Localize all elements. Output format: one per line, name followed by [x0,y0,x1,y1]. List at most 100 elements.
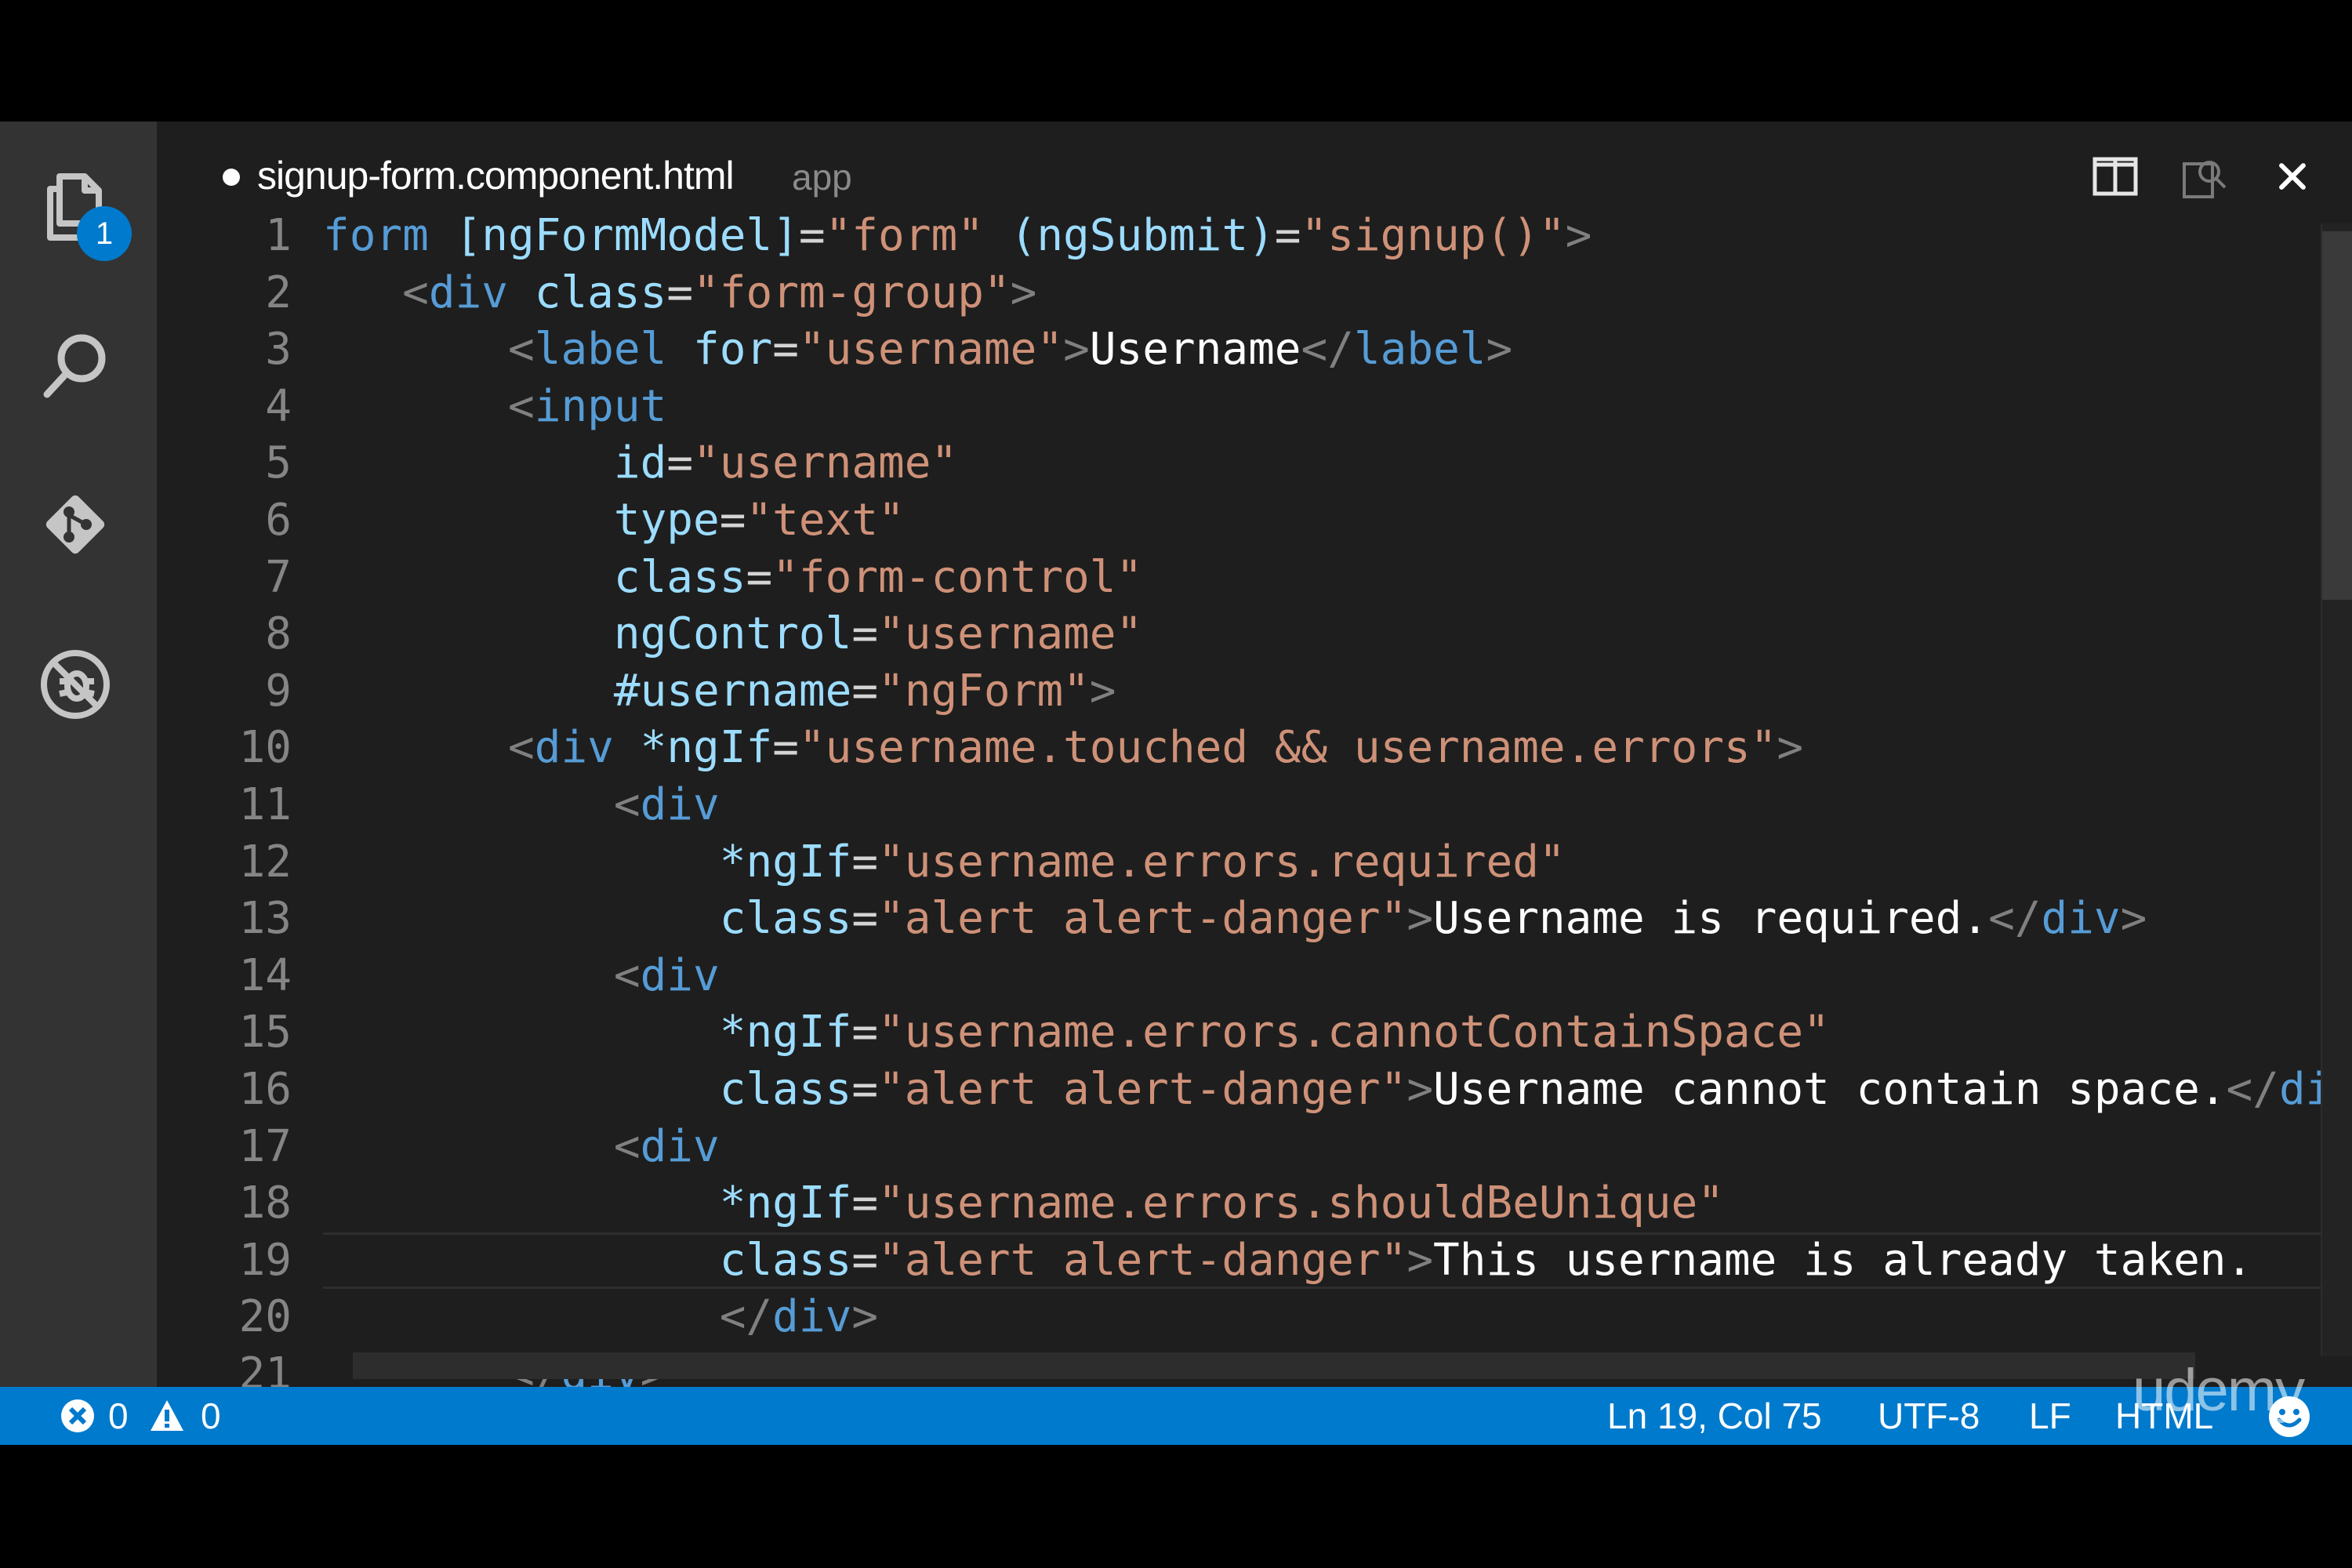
code-token: < [402,267,429,318]
error-icon[interactable] [60,1398,96,1434]
code-line[interactable]: 8 ngControl="username" [157,606,2352,662]
code-line[interactable]: 12 *ngIf="username.errors.required" [157,834,2352,891]
code-token: "username.errors.cannotContainSpace" [878,1007,1830,1058]
close-icon[interactable] [2261,145,2324,208]
git-icon[interactable] [31,481,119,568]
vertical-scrollbar-thumb[interactable] [2322,231,2352,600]
code-line[interactable]: 16 class="alert alert-danger">Username c… [157,1062,2352,1118]
line-ending[interactable]: LF [2029,1387,2071,1445]
code-token: "username" [693,437,958,489]
code-token: class [719,1064,852,1115]
line-source: ngControl="username" [323,606,1142,662]
code-token: = [1274,210,1301,261]
split-editor-icon[interactable] [2084,145,2147,208]
code-line[interactable]: 18 *ngIf="username.errors.shouldBeUnique… [157,1175,2352,1232]
warning-icon[interactable] [149,1398,185,1434]
line-source: <div class="form-group"> [323,265,1036,321]
line-source: #username="ngForm"> [323,663,1116,720]
code-line[interactable]: 14 <div [157,948,2352,1004]
line-number: 18 [238,1178,292,1229]
explorer-badge: 1 [77,206,132,261]
code-token: </ [2226,1064,2279,1115]
code-line[interactable]: 13 class="alert alert-danger">Username i… [157,891,2352,947]
code-token: = [772,324,799,376]
code-token: "text" [746,495,905,546]
line-number: 6 [265,495,292,546]
unsaved-dot-icon [223,169,240,186]
code-line[interactable]: 17 <div [157,1119,2352,1175]
letterbox-top [0,0,2352,122]
code-token: </ [1988,893,2042,945]
line-number: 15 [238,1007,292,1058]
line-number: 3 [265,324,292,376]
line-source: *ngIf="username.errors.cannotContainSpac… [323,1004,1830,1061]
udemy-watermark: udemy [2132,1357,2305,1424]
code-token: type [613,495,720,546]
activity-bar: 1 [0,122,157,1387]
code-line[interactable]: 6 type="text" [157,492,2352,549]
code-token: "alert alert-danger" [878,893,1407,945]
code-token: "username" [878,608,1143,660]
horizontal-scrollbar[interactable] [353,1352,2195,1379]
open-preview-icon[interactable] [2173,145,2236,208]
code-line[interactable]: 15 *ngIf="username.errors.cannotContainS… [157,1004,2352,1061]
code-token: div [428,267,509,318]
code-token: = [851,1178,879,1229]
letterbox-bottom [0,1445,2352,1568]
code-line[interactable]: 2 <div class="form-group"> [157,265,2352,321]
cursor-position[interactable]: Ln 19, Col 75 [1607,1387,1822,1445]
code-line[interactable]: 5 id="username" [157,435,2352,492]
tab-description: app [792,157,852,198]
code-token: div [2041,893,2121,945]
code-token: div [772,1291,852,1343]
code-line[interactable]: 11 <div [157,777,2352,833]
code-token: = [666,437,694,489]
line-source: <div [323,948,720,1004]
code-line[interactable]: 7 class="form-control" [157,550,2352,606]
code-token: "alert alert-danger" [878,1234,1407,1286]
editor-area: signup-form.component.html app 1 form [n… [157,122,2352,1387]
line-source: <div *ngIf="username.touched && username… [323,720,1803,776]
code-token: "form" [825,210,984,261]
line-source: class="form-control" [323,550,1142,606]
search-icon[interactable] [31,322,119,410]
code-token: class [534,267,667,318]
tab-title[interactable]: signup-form.component.html [257,153,735,198]
code-token: < [508,324,535,376]
code-line[interactable]: 20 </div> [157,1289,2352,1345]
code-token: > [1406,1234,1434,1286]
code-token: "form-group" [693,267,1011,318]
code-token: "alert alert-danger" [878,1064,1407,1115]
code-token: *ngIf [719,1178,852,1229]
line-source: class="alert alert-danger">Username cann… [323,1062,2332,1118]
code-line[interactable]: 19 class="alert alert-danger">This usern… [157,1232,2352,1289]
code-line[interactable]: 10 <div *ngIf="username.touched && usern… [157,720,2352,776]
code-token: < [613,1120,641,1172]
code-line[interactable]: 4 <input [157,379,2352,435]
code-line[interactable]: 9 #username="ngForm"> [157,663,2352,720]
warning-count[interactable]: 0 [201,1387,221,1445]
code-token: [ngFormModel] [455,210,799,261]
code-token: </ [719,1291,773,1343]
line-source: type="text" [323,492,905,549]
code-token: class [613,551,746,603]
line-number: 14 [238,949,292,1001]
code-line[interactable]: 1 form [ngFormModel]="form" (ngSubmit)="s… [157,208,2352,264]
error-count[interactable]: 0 [108,1387,129,1445]
code-token: "signup()" [1301,210,1566,261]
code-token: = [746,551,773,603]
code-line[interactable]: 3 <label for="username">Username</label> [157,321,2352,378]
encoding[interactable]: UTF-8 [1878,1387,1980,1445]
debug-icon[interactable] [31,641,119,728]
line-number: 12 [238,836,292,887]
